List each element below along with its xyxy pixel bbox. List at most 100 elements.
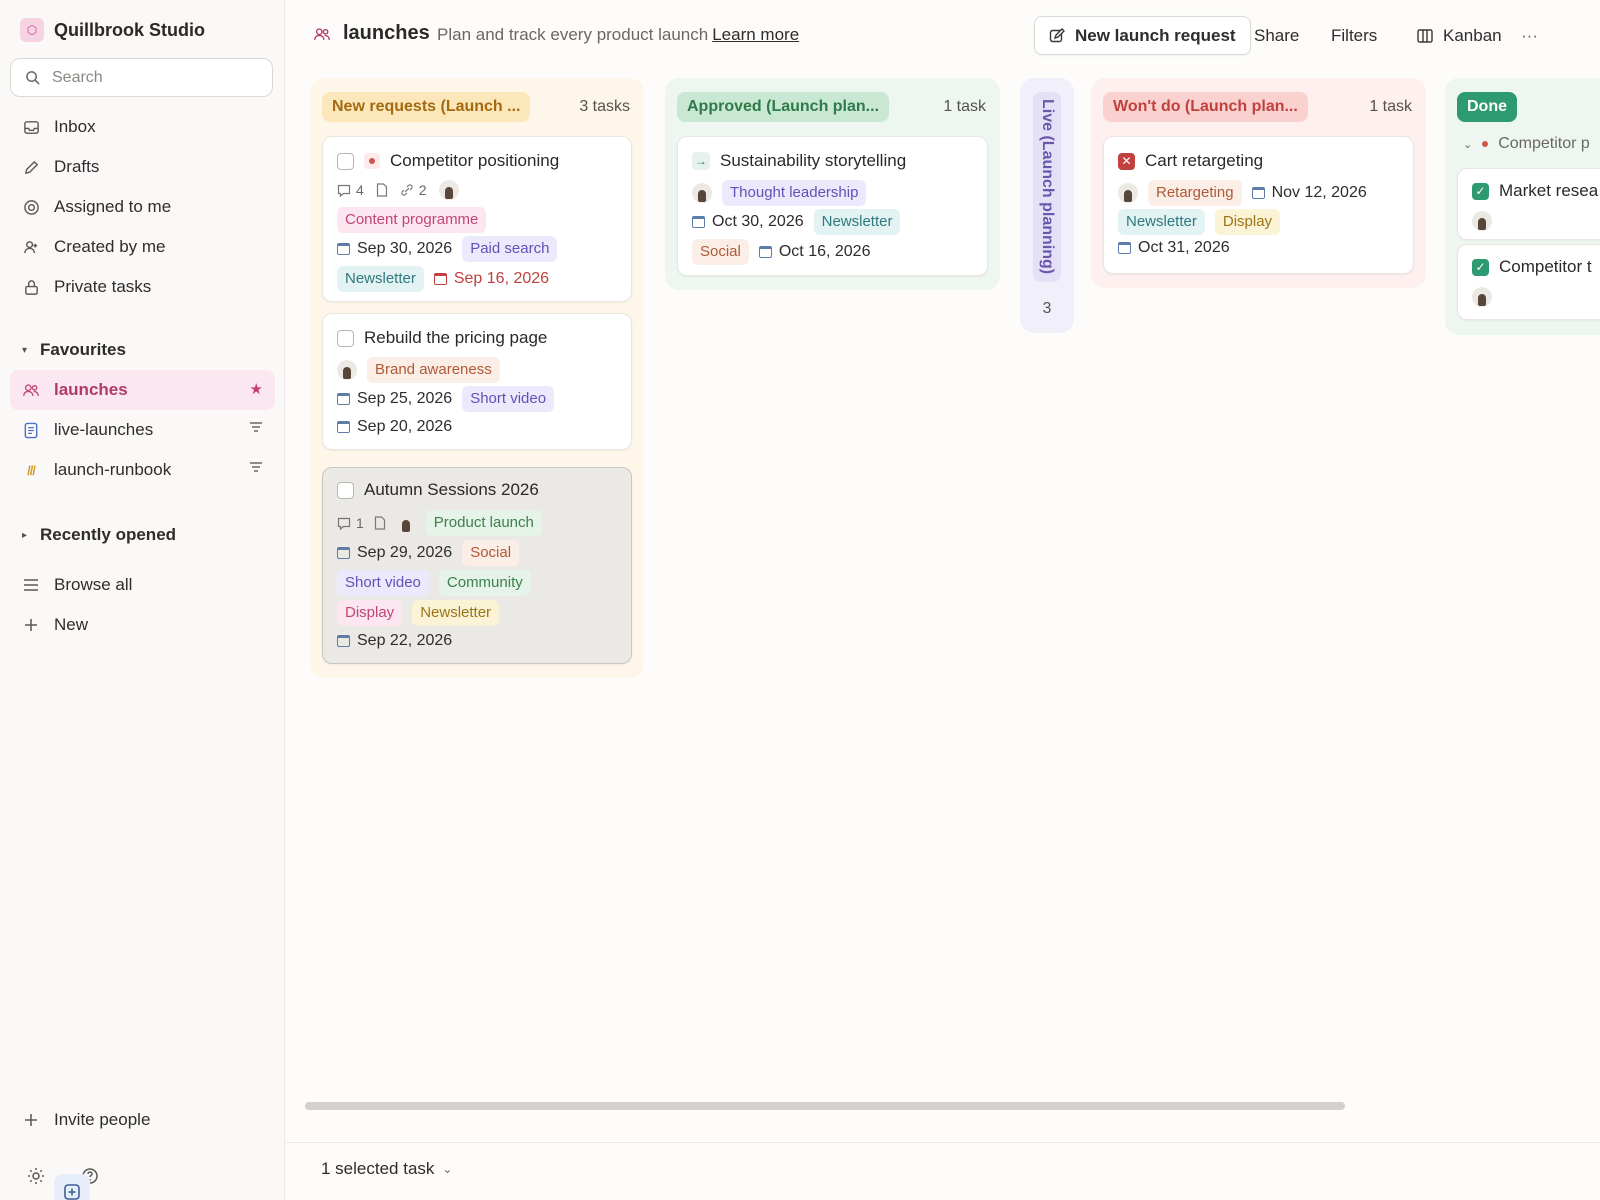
assignee-avatar[interactable]: [337, 360, 357, 380]
tag[interactable]: Brand awareness: [367, 357, 500, 383]
column-title[interactable]: Approved (Launch plan...: [677, 92, 890, 122]
task-checkbox[interactable]: [337, 329, 354, 347]
column-live-collapsed[interactable]: Live (Launch planning) 3: [1020, 78, 1074, 333]
assignee-avatar[interactable]: [692, 183, 712, 203]
selection-dropdown[interactable]: 1 selected task ⌄: [321, 1159, 452, 1179]
share-button[interactable]: Share: [1240, 16, 1313, 55]
group-header[interactable]: ⌄ Competitor p: [1463, 135, 1590, 153]
filters-button[interactable]: Filters: [1317, 16, 1391, 55]
checked-checkbox[interactable]: ✓: [1472, 182, 1489, 200]
column-title[interactable]: Won't do (Launch plan...: [1103, 92, 1308, 122]
tag[interactable]: Newsletter: [337, 266, 424, 292]
bottom-nav: Browse all New: [10, 565, 275, 645]
due-date[interactable]: Nov 12, 2026: [1251, 184, 1367, 202]
horizontal-scrollbar[interactable]: [305, 1102, 1345, 1110]
nav-created[interactable]: Created by me: [10, 227, 275, 267]
more-options-button[interactable]: ···: [1507, 16, 1552, 55]
tag[interactable]: Display: [1214, 209, 1281, 235]
assignee-avatar[interactable]: [1472, 287, 1492, 307]
tag[interactable]: Short video: [337, 570, 429, 596]
learn-more-link[interactable]: Learn more: [712, 25, 799, 44]
tag[interactable]: Social: [692, 239, 749, 265]
start-date[interactable]: Sep 20, 2026: [337, 418, 452, 436]
plus-icon: [22, 616, 40, 634]
task-card[interactable]: Competitor positioning 4 2 Content progr…: [322, 136, 632, 302]
task-card[interactable]: ✓ Market resea: [1457, 168, 1600, 240]
task-checkbox[interactable]: [337, 481, 354, 499]
nav-assigned[interactable]: Assigned to me: [10, 187, 275, 227]
filter-icon[interactable]: [249, 461, 263, 476]
task-card[interactable]: ✓ Competitor t: [1457, 244, 1600, 320]
tag[interactable]: Newsletter: [813, 209, 901, 235]
fav-live-launches-label: live-launches: [54, 420, 154, 439]
settings-icon[interactable]: [18, 1158, 54, 1194]
add-square-icon[interactable]: [54, 1174, 90, 1200]
calendar-icon: [433, 273, 447, 285]
task-card[interactable]: Rebuild the pricing page Brand awareness…: [322, 313, 632, 450]
favourites-header[interactable]: ▾ Favourites: [10, 332, 275, 368]
tag[interactable]: Short video: [462, 386, 555, 412]
search-box[interactable]: [10, 58, 273, 97]
comment-icon: [337, 517, 351, 530]
task-card[interactable]: → Sustainability storytelling Thought le…: [677, 136, 988, 276]
status-dot-icon: [364, 153, 380, 169]
tag[interactable]: Retargeting: [1148, 180, 1242, 206]
invite-people-button[interactable]: Invite people: [10, 1100, 275, 1140]
assignee-avatar[interactable]: [1472, 211, 1492, 231]
tag[interactable]: Display: [337, 600, 403, 626]
column-title[interactable]: New requests (Launch ...: [322, 92, 531, 122]
star-icon[interactable]: ★: [250, 380, 263, 398]
nav-private[interactable]: Private tasks: [10, 267, 275, 307]
card-tags-row: Newsletter Display: [1118, 209, 1281, 235]
start-date[interactable]: Sep 16, 2026: [433, 270, 549, 288]
calendar-icon: [337, 635, 350, 647]
due-date-value: Sep 30, 2026: [357, 240, 453, 257]
column-title[interactable]: Done: [1457, 92, 1517, 122]
task-card[interactable]: ✕ Cart retargeting Retargeting Nov 12, 2…: [1103, 136, 1414, 274]
workspace-switcher[interactable]: ⬡ Quillbrook Studio: [20, 18, 205, 42]
nav-new[interactable]: New: [10, 605, 275, 645]
new-launch-request-button[interactable]: New launch request: [1034, 16, 1251, 55]
due-date[interactable]: Sep 25, 2026: [337, 390, 452, 408]
fav-launches[interactable]: launches ★: [10, 370, 275, 410]
cancelled-icon[interactable]: ✕: [1118, 152, 1135, 170]
view-label: Kanban: [1443, 25, 1502, 45]
nav-browse-all[interactable]: Browse all: [10, 565, 275, 605]
page-title: launches: [343, 22, 430, 44]
card-dates-row: Sep 22, 2026: [337, 632, 452, 650]
recently-opened-title: Recently opened: [40, 525, 177, 544]
tag[interactable]: Product launch: [425, 510, 542, 536]
nav-inbox[interactable]: Inbox: [10, 107, 275, 147]
tag[interactable]: Newsletter: [1118, 209, 1205, 235]
column-header: Won't do (Launch plan... 1 task: [1091, 78, 1426, 128]
invite-section: Invite people: [10, 1100, 275, 1140]
tag[interactable]: Social: [462, 540, 520, 566]
assignee-avatar[interactable]: [438, 180, 459, 200]
tag[interactable]: Newsletter: [412, 600, 500, 626]
tag[interactable]: Community: [438, 570, 531, 596]
start-date[interactable]: Sep 22, 2026: [337, 632, 452, 650]
due-date[interactable]: Sep 30, 2026: [337, 240, 452, 258]
assignee-avatar[interactable]: [1118, 183, 1138, 203]
calendar-icon: [337, 547, 350, 559]
task-checkbox[interactable]: [337, 152, 354, 170]
assignee-avatar[interactable]: [395, 513, 416, 533]
tag[interactable]: Content programme: [337, 207, 487, 233]
view-switcher-button[interactable]: Kanban: [1403, 16, 1516, 55]
fav-live-launches[interactable]: live-launches: [10, 410, 275, 450]
nav-drafts[interactable]: Drafts: [10, 147, 275, 187]
fav-launch-runbook[interactable]: /// launch-runbook: [10, 450, 275, 490]
start-date[interactable]: Oct 31, 2026: [1118, 239, 1230, 257]
checked-checkbox[interactable]: ✓: [1472, 258, 1489, 276]
tag[interactable]: Paid search: [462, 236, 558, 262]
due-date[interactable]: Sep 29, 2026: [337, 544, 452, 562]
filter-icon[interactable]: [249, 421, 263, 436]
search-input[interactable]: [52, 68, 252, 87]
tag[interactable]: Thought leadership: [722, 180, 867, 206]
start-date-value: Sep 20, 2026: [357, 418, 453, 435]
due-date[interactable]: Oct 30, 2026: [692, 213, 804, 231]
task-card-selected[interactable]: Autumn Sessions 2026 1 Product launch Se…: [322, 467, 632, 664]
menu-icon: [22, 576, 40, 594]
start-date[interactable]: Oct 16, 2026: [758, 243, 870, 261]
recently-opened-header[interactable]: ▸ Recently opened: [10, 517, 275, 553]
